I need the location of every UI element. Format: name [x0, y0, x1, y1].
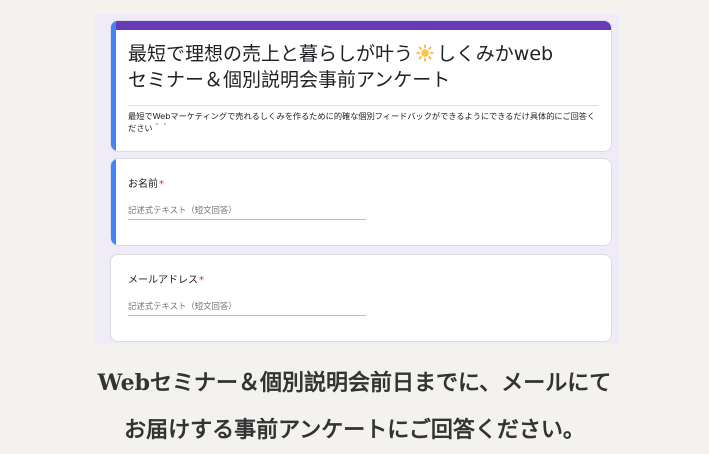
required-asterisk: *: [159, 179, 164, 190]
email-input[interactable]: 記述式テキスト（短文回答）: [128, 299, 366, 316]
question-label-text: メールアドレス: [128, 275, 198, 286]
form-screenshot: 最短で理想の売上と暮らしが叶う しくみかweb セミナー＆個別説明会事前アンケー…: [95, 14, 619, 344]
sun-icon: [416, 44, 434, 62]
caption-line-1: Webセミナー＆個別説明会前日までに、メールにて: [97, 370, 612, 396]
form-title-part1: 最短で理想の売上と暮らしが叶う: [128, 43, 414, 65]
question-card-name[interactable]: お名前* 記述式テキスト（短文回答）: [110, 158, 612, 246]
header-focus-bar: [111, 21, 116, 151]
form-header-card: 最短で理想の売上と暮らしが叶う しくみかweb セミナー＆個別説明会事前アンケー…: [110, 20, 612, 152]
question-focus-bar: [111, 159, 116, 245]
name-input[interactable]: 記述式テキスト（短文回答）: [128, 203, 366, 220]
question-label-name: お名前*: [128, 175, 164, 190]
question-label-email: メールアドレス*: [128, 271, 204, 286]
form-description: 最短でWebマーケティングで売れるしくみを作るために的確な個別フィードバックがで…: [128, 105, 598, 134]
form-title: 最短で理想の売上と暮らしが叶う しくみかweb セミナー＆個別説明会事前アンケー…: [128, 41, 598, 93]
question-card-email[interactable]: メールアドレス* 記述式テキスト（短文回答）: [110, 254, 612, 342]
question-label-text: お名前: [128, 179, 158, 190]
header-accent-bar: [111, 21, 611, 30]
form-title-line2: セミナー＆個別説明会事前アンケート: [128, 69, 451, 91]
caption-line-2: お届けする事前アンケートにご回答ください。: [124, 417, 585, 443]
required-asterisk: *: [199, 275, 204, 286]
form-title-part2: しくみかweb: [437, 43, 554, 65]
